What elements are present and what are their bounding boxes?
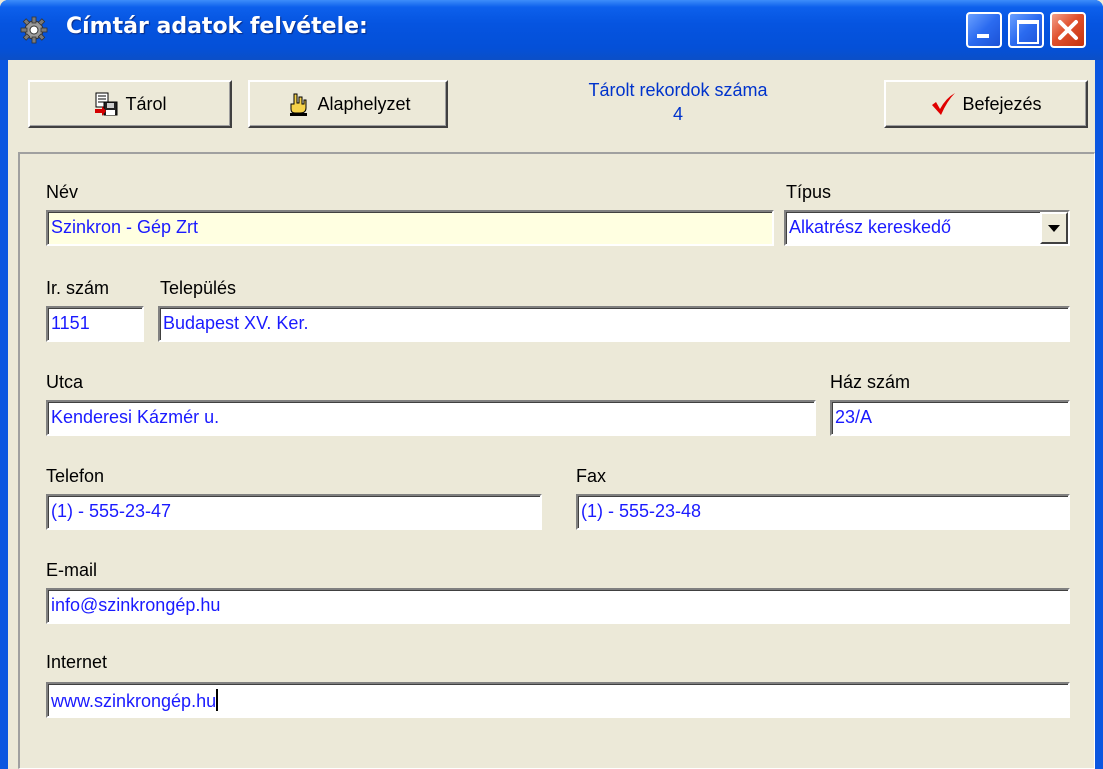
window-client-area: Tárol Alaphelyzet Tárolt rekordok száma … xyxy=(8,60,1095,769)
internet-label: Internet xyxy=(46,652,108,672)
house-number-field[interactable]: 23/A xyxy=(830,400,1070,436)
city-label: Település xyxy=(160,278,237,298)
type-select-value: Alkatrész kereskedő xyxy=(789,217,952,237)
internet-field[interactable]: www.szinkrongép.hu xyxy=(46,682,1070,718)
text-caret xyxy=(216,689,219,711)
fax-field[interactable]: (1) - 555-23-48 xyxy=(576,494,1070,530)
type-label: Típus xyxy=(786,182,832,202)
finish-button-label: Befejezés xyxy=(962,93,1042,114)
name-field[interactable]: Szinkron - Gép Zrt xyxy=(46,210,774,246)
minimize-button[interactable] xyxy=(966,12,1002,48)
close-icon xyxy=(1058,20,1078,40)
reset-hand-icon xyxy=(285,91,311,117)
save-button[interactable]: Tárol xyxy=(28,80,232,128)
form-panel: Név Szinkron - Gép Zrt Típus Alkatrész k… xyxy=(18,152,1095,769)
city-field[interactable]: Budapest XV. Ker. xyxy=(158,306,1070,342)
fax-label: Fax xyxy=(576,466,607,486)
phone-field[interactable]: (1) - 555-23-47 xyxy=(46,494,542,530)
street-label: Utca xyxy=(46,372,84,392)
gear-icon xyxy=(20,16,48,44)
record-count-value: 4 xyxy=(672,104,683,124)
title-bar[interactable]: Címtár adatok felvétele: xyxy=(0,0,1103,60)
reset-button[interactable]: Alaphelyzet xyxy=(248,80,448,128)
zip-label: Ir. szám xyxy=(46,278,110,298)
house-number-label: Ház szám xyxy=(830,372,911,392)
record-count-label: Tárolt rekordok száma xyxy=(588,80,768,100)
save-button-label: Tárol xyxy=(125,93,167,114)
phone-label: Telefon xyxy=(46,466,105,486)
dropdown-button[interactable] xyxy=(1040,212,1068,244)
finish-button[interactable]: Befejezés xyxy=(884,80,1088,128)
internet-field-value: www.szinkrongép.hu xyxy=(51,691,217,711)
close-button[interactable] xyxy=(1050,12,1086,48)
email-label: E-mail xyxy=(46,560,98,580)
reset-button-label: Alaphelyzet xyxy=(317,93,411,114)
chevron-down-icon xyxy=(1048,224,1060,232)
email-field[interactable]: info@szinkrongép.hu xyxy=(46,588,1070,624)
window-title: Címtár adatok felvétele: xyxy=(66,14,368,39)
zip-field[interactable]: 1151 xyxy=(46,306,144,342)
save-disk-icon xyxy=(93,91,119,117)
maximize-button[interactable] xyxy=(1008,12,1044,48)
type-select[interactable]: Alkatrész kereskedő xyxy=(784,210,1070,246)
app-window: Címtár adatok felvétele: Tárol Alaphelyz… xyxy=(0,0,1103,769)
checkmark-icon xyxy=(930,91,956,117)
street-field[interactable]: Kenderesi Kázmér u. xyxy=(46,400,816,436)
name-label: Név xyxy=(46,182,79,202)
